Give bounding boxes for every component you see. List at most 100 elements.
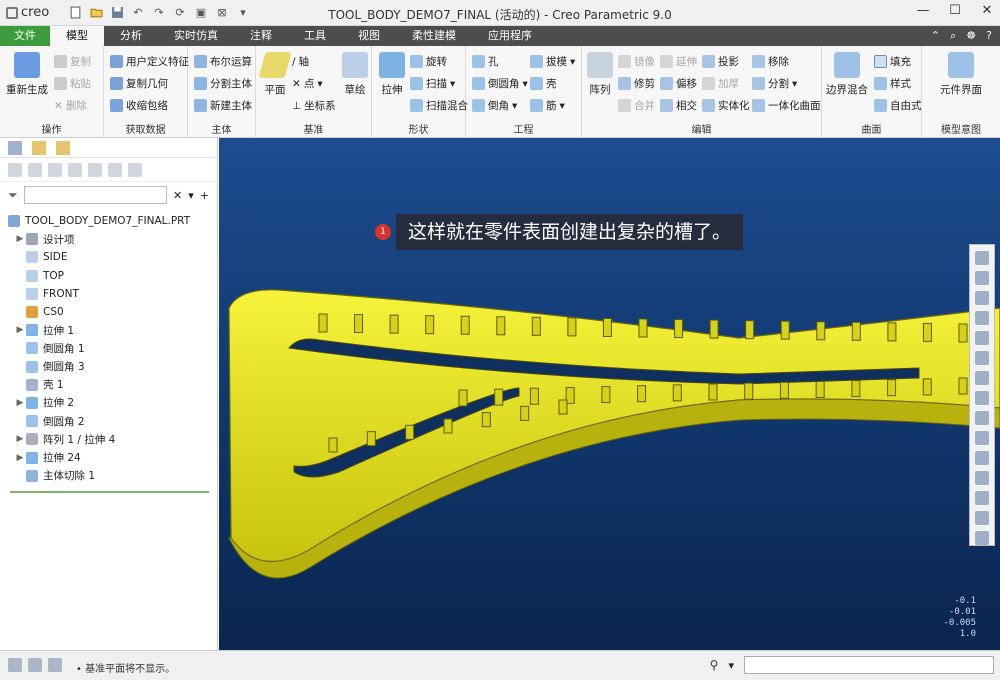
expand-arrow-icon[interactable]: ▶ bbox=[14, 398, 26, 408]
tree-settings-icon[interactable] bbox=[28, 162, 42, 177]
project-button[interactable]: 投影 bbox=[702, 54, 739, 69]
favorites-tab-icon[interactable] bbox=[56, 141, 70, 155]
tree-highlight-icon[interactable] bbox=[88, 162, 102, 177]
tree-filter-icon[interactable] bbox=[68, 162, 82, 177]
tree-node[interactable]: 壳 1 bbox=[0, 376, 217, 394]
shrinkwrap-button[interactable]: 收缩包络 bbox=[110, 98, 168, 113]
chamfer-button[interactable]: 倒角 ▾ bbox=[472, 98, 517, 113]
sweep-button[interactable]: 扫描 ▾ bbox=[410, 76, 455, 91]
tab-file[interactable]: 文件 bbox=[0, 26, 50, 46]
more-tools-icon[interactable] bbox=[975, 531, 989, 545]
unify-surfaces-button[interactable]: 一体化曲面 bbox=[752, 98, 821, 113]
repaint-icon[interactable] bbox=[975, 311, 989, 325]
tree-node[interactable]: ▶ 设计项 bbox=[0, 230, 217, 248]
offset-button[interactable]: 偏移 bbox=[660, 76, 697, 91]
fill-button[interactable]: 填充 bbox=[874, 54, 911, 69]
extend-button[interactable]: 延伸 bbox=[660, 54, 697, 69]
tree-node[interactable]: TOP bbox=[0, 267, 217, 285]
tree-node[interactable]: ▶ 拉伸 24 bbox=[0, 448, 217, 466]
selection-filter-combo[interactable] bbox=[744, 656, 994, 674]
appearance-icon[interactable] bbox=[975, 411, 989, 425]
chamfer-dropdown-icon[interactable]: ▾ bbox=[512, 100, 517, 112]
graphics-viewport[interactable]: 1 这样就在零件表面创建出复杂的槽了。 -0.1 -0.01 -0.005 1.… bbox=[219, 138, 1000, 650]
navigator-toggle-icon[interactable] bbox=[8, 658, 22, 672]
trim-button[interactable]: 修剪 bbox=[618, 76, 655, 91]
tree-expand-icon[interactable] bbox=[108, 162, 122, 177]
expand-arrow-icon[interactable]: ▶ bbox=[14, 325, 26, 335]
maximize-icon[interactable]: ☐ bbox=[948, 3, 962, 18]
split-dropdown-icon[interactable]: ▾ bbox=[792, 78, 797, 90]
clear-search-icon[interactable]: ✕ bbox=[173, 189, 182, 202]
tree-node[interactable]: TOOL_BODY_DEMO7_FINAL.PRT bbox=[0, 212, 217, 230]
freestyle-button[interactable]: 自由式 bbox=[874, 98, 922, 113]
point-button[interactable]: ✕ 点 ▾ bbox=[292, 76, 323, 91]
tab-applications[interactable]: 应用程序 bbox=[472, 26, 548, 46]
component-interface-button[interactable]: 元件界面 bbox=[926, 52, 996, 97]
tab-live-simulation[interactable]: 实时仿真 bbox=[158, 26, 234, 46]
point-dropdown-icon[interactable]: ▾ bbox=[317, 78, 322, 90]
zoom-out-icon[interactable] bbox=[975, 291, 989, 305]
tree-columns-icon[interactable] bbox=[48, 162, 62, 177]
regenerate-button[interactable]: 重新生成 bbox=[4, 52, 50, 97]
tab-flexible-modeling[interactable]: 柔性建模 bbox=[396, 26, 472, 46]
solidify-button[interactable]: 实体化 bbox=[702, 98, 750, 113]
rib-button[interactable]: 筋 ▾ bbox=[530, 98, 565, 113]
copy-button[interactable]: 复制 bbox=[54, 54, 91, 69]
style-button[interactable]: 样式 bbox=[874, 76, 911, 91]
tab-annotate[interactable]: 注释 bbox=[234, 26, 288, 46]
csys-display-icon[interactable] bbox=[975, 491, 989, 505]
display-style-icon[interactable] bbox=[975, 351, 989, 365]
remove-button[interactable]: 移除 bbox=[752, 54, 789, 69]
datum-display-icon[interactable] bbox=[975, 431, 989, 445]
find-icon[interactable]: ⚲ bbox=[710, 658, 719, 672]
delete-button[interactable]: ✕ 删除 bbox=[54, 98, 87, 113]
perspective-icon[interactable] bbox=[975, 331, 989, 345]
folder-browser-tab-icon[interactable] bbox=[32, 141, 46, 155]
rib-dropdown-icon[interactable]: ▾ bbox=[560, 100, 565, 112]
tree-node[interactable]: CS0 bbox=[0, 303, 217, 321]
thicken-button[interactable]: 加厚 bbox=[702, 76, 739, 91]
udf-button[interactable]: 用户定义特征 bbox=[110, 54, 189, 69]
tree-search-input[interactable] bbox=[23, 186, 168, 204]
expand-arrow-icon[interactable]: ▶ bbox=[14, 234, 26, 244]
pattern-button[interactable]: 阵列 bbox=[586, 52, 614, 97]
help-icon[interactable]: ? bbox=[986, 29, 992, 43]
sketch-button[interactable]: 草绘 bbox=[340, 52, 370, 97]
view-manager-icon[interactable] bbox=[975, 391, 989, 405]
tree-node[interactable]: FRONT bbox=[0, 285, 217, 303]
round-button[interactable]: 倒圆角 ▾ bbox=[472, 76, 528, 91]
tab-view[interactable]: 视图 bbox=[342, 26, 396, 46]
boolean-button[interactable]: 布尔运算 bbox=[194, 54, 252, 69]
pause-icon[interactable] bbox=[975, 511, 989, 525]
boundary-blend-button[interactable]: 边界混合 bbox=[824, 52, 870, 97]
copy-geometry-button[interactable]: 复制几何 bbox=[110, 76, 168, 91]
tree-node[interactable]: 倒圆角 2 bbox=[0, 412, 217, 430]
extrude-button[interactable]: 拉伸 bbox=[376, 52, 408, 97]
minimize-ribbon-icon[interactable]: ⌃ bbox=[931, 29, 940, 43]
sweep-dropdown-icon[interactable]: ▾ bbox=[450, 78, 455, 90]
intersect-button[interactable]: 相交 bbox=[660, 98, 697, 113]
axis-button[interactable]: ∕ 轴 bbox=[292, 54, 309, 69]
show-icon[interactable] bbox=[8, 162, 22, 177]
refit-icon[interactable] bbox=[975, 251, 989, 265]
draft-button[interactable]: 拔模 ▾ bbox=[530, 54, 575, 69]
hole-button[interactable]: 孔 bbox=[472, 54, 499, 69]
tab-analysis[interactable]: 分析 bbox=[104, 26, 158, 46]
paste-button[interactable]: 粘贴 bbox=[54, 76, 91, 91]
search-options-icon[interactable]: ▾ bbox=[188, 189, 194, 202]
filter-icon[interactable]: ⏷ bbox=[8, 188, 18, 203]
tree-layer-icon[interactable] bbox=[128, 162, 142, 177]
tab-tools[interactable]: 工具 bbox=[288, 26, 342, 46]
zoom-in-icon[interactable] bbox=[975, 271, 989, 285]
shell-button[interactable]: 壳 bbox=[530, 76, 557, 91]
swept-blend-button[interactable]: 扫描混合 bbox=[410, 98, 468, 113]
tree-node[interactable]: ▶ 拉伸 1 bbox=[0, 321, 217, 339]
split-body-button[interactable]: 分割主体 bbox=[194, 76, 252, 91]
saved-orientations-icon[interactable] bbox=[975, 371, 989, 385]
fullscreen-icon[interactable] bbox=[48, 658, 62, 672]
tree-node[interactable]: ▶ 阵列 1 / 拉伸 4 bbox=[0, 430, 217, 448]
expand-arrow-icon[interactable]: ▶ bbox=[14, 453, 26, 463]
find-dropdown-icon[interactable]: ▾ bbox=[728, 659, 734, 672]
tree-node[interactable]: 主体切除 1 bbox=[0, 467, 217, 485]
round-dropdown-icon[interactable]: ▾ bbox=[523, 78, 528, 90]
